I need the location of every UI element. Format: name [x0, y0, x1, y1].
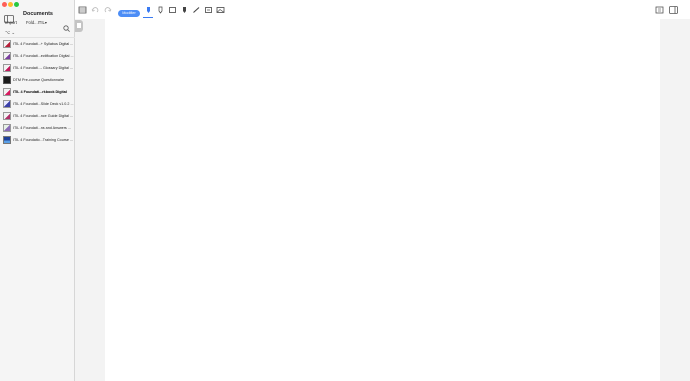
main-toolbar: Modifier: [75, 0, 690, 19]
document-item[interactable]: ITIL 4 Foundati...nce Guide Digital ...: [0, 110, 75, 122]
document-thumbnail: [3, 100, 11, 108]
text-tool-icon[interactable]: [180, 6, 189, 14]
document-thumbnail: [3, 136, 11, 144]
folder-filter-value: Fold...ITIL: [26, 20, 45, 25]
modifier-mode-button[interactable]: Modifier: [118, 10, 140, 17]
chevron-down-icon: ▾: [44, 20, 47, 25]
eraser-icon[interactable]: [204, 6, 213, 14]
document-thumbnail: [3, 88, 11, 96]
document-list: ITIL 4 Foundati...+ Syllabus Digital ...…: [0, 38, 75, 146]
document-thumbnail: [3, 40, 11, 48]
pencil-icon[interactable]: [192, 6, 201, 14]
undo-icon[interactable]: [91, 6, 100, 14]
document-thumbnail: [3, 52, 11, 60]
document-name: ITIL 4 Foundatio...Training Course ...: [13, 138, 73, 142]
documents-sidebar: Documents Import Fold...ITIL▾ ⌥ ⌄ ITIL 4…: [0, 0, 75, 381]
document-name: ITIL 4 Foundati...nce Guide Digital ...: [13, 114, 73, 118]
document-item[interactable]: ITIL 4 Foundati...ns and Answers ...: [0, 122, 75, 134]
sidebar-toggle-icon[interactable]: [4, 10, 14, 23]
document-item[interactable]: ITIL 4 Foundati...rkbook Digital: [0, 86, 75, 98]
pdf-page[interactable]: [105, 19, 660, 381]
document-thumbnail: [3, 112, 11, 120]
highlighter-icon[interactable]: [144, 6, 153, 14]
redo-icon[interactable]: [103, 6, 112, 14]
document-thumbnail: [3, 64, 11, 72]
close-window-button[interactable]: [2, 2, 7, 7]
sidebar-title: Documents: [23, 11, 53, 17]
rectangle-icon[interactable]: [168, 6, 177, 14]
import-button[interactable]: Import: [5, 20, 17, 26]
minimize-window-button[interactable]: [8, 2, 13, 7]
document-name: ITIL 4 Foundati...rkbook Digital: [13, 90, 67, 94]
right-sidebar-toggle-icon[interactable]: [669, 6, 678, 14]
document-name: ITIL 4 Foundati...+ Syllabus Digital ...: [13, 42, 74, 46]
document-thumbnail: [3, 76, 11, 84]
image-icon[interactable]: [216, 6, 225, 14]
underline-pen-icon[interactable]: [156, 6, 165, 14]
thumbnail-panel-tab[interactable]: [75, 20, 83, 32]
document-item[interactable]: ITIL 4 Foundati...- Glossary Digital ...: [0, 62, 75, 74]
document-name: ITIL 4 Foundati...- Glossary Digital ...: [13, 66, 73, 70]
document-thumbnail: [3, 124, 11, 132]
zoom-window-button[interactable]: [14, 2, 19, 7]
document-name: ITIL 4 Foundati...ectification Digital .…: [13, 54, 74, 58]
document-workspace: [75, 19, 690, 381]
document-item[interactable]: ITIL 4 Foundatio...Training Course ...: [0, 134, 75, 146]
folder-filter-select[interactable]: Fold...ITIL▾: [23, 19, 49, 26]
document-item[interactable]: ITIL 4 Foundati...+ Syllabus Digital ...: [0, 38, 75, 50]
document-name: ITIL 4 Foundati...Slide Deck v1.0.2 ...: [13, 102, 74, 106]
document-name: DTM Pre-course Questionnaire: [13, 78, 65, 82]
document-item[interactable]: ITIL 4 Foundati...ectification Digital .…: [0, 50, 75, 62]
sort-control[interactable]: ⌥ ⌄: [5, 30, 15, 36]
document-icon: [77, 23, 81, 28]
search-icon[interactable]: [63, 19, 70, 32]
document-item[interactable]: ITIL 4 Foundati...Slide Deck v1.0.2 ...: [0, 98, 75, 110]
active-tool-indicator: [143, 17, 153, 18]
inspector-icon[interactable]: [655, 6, 664, 14]
library-icon[interactable]: [78, 6, 87, 14]
document-name: ITIL 4 Foundati...ns and Answers ...: [13, 126, 71, 130]
document-item[interactable]: DTM Pre-course Questionnaire: [0, 74, 75, 86]
